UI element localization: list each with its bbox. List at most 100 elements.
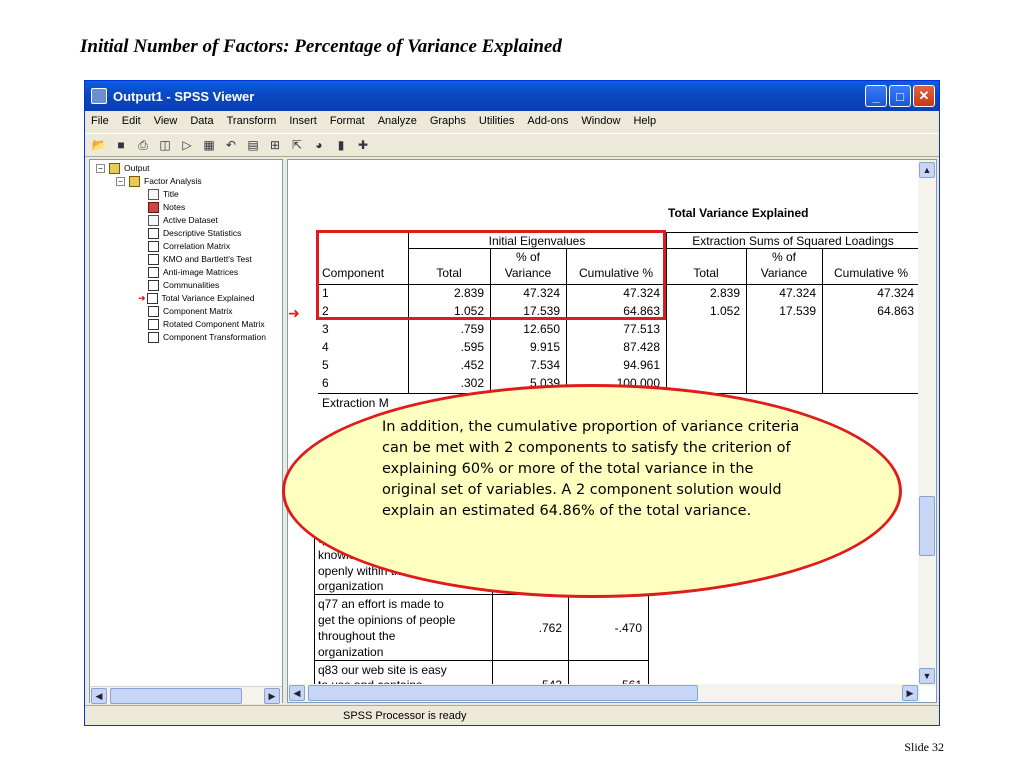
tree-output[interactable]: − Output <box>96 162 150 176</box>
header-ext-pct-l2: Variance <box>760 266 808 280</box>
title-icon <box>148 189 159 201</box>
component-cell: 5 <box>322 358 329 372</box>
variables-icon[interactable]: ⊞ <box>267 137 283 153</box>
toolbar: 📂 ■ ⎙ ◫ ▷ ▦ ↶ ▤ ⊞ ⇱ ◕ ▮ ✚ <box>85 133 939 157</box>
tree-label: Communalities <box>163 280 220 290</box>
scroll-right-icon[interactable]: ▶ <box>264 688 280 704</box>
tree-label: Rotated Component Matrix <box>163 319 265 329</box>
scroll-right-icon[interactable]: ▶ <box>902 685 918 701</box>
collapse-icon[interactable]: − <box>116 177 125 187</box>
tree-item-notes[interactable]: Notes <box>148 201 185 215</box>
menu-edit[interactable]: Edit <box>122 115 141 127</box>
matrix-col-divider <box>314 520 315 686</box>
menu-view[interactable]: View <box>154 115 178 127</box>
table-icon <box>148 306 159 318</box>
tree-item-component-matrix[interactable]: Component Matrix <box>148 305 232 319</box>
minimize-button[interactable]: _ <box>865 85 887 107</box>
tree-item-active-dataset[interactable]: Active Dataset <box>148 214 218 228</box>
total-cell: .759 <box>460 322 484 336</box>
tree-label: Component Transformation <box>163 332 266 342</box>
q77-value-2: -.470 <box>614 621 642 635</box>
highlight-box <box>316 230 666 320</box>
scroll-left-icon[interactable]: ◀ <box>289 685 305 701</box>
close-button[interactable]: ✕ <box>913 85 935 107</box>
pct-variance-cell: 9.915 <box>529 340 560 354</box>
menu-file[interactable]: File <box>91 115 109 127</box>
ext-pct-variance-cell: 47.324 <box>779 286 816 300</box>
print-icon[interactable]: ⎙ <box>135 137 151 153</box>
tree-item-descriptive[interactable]: Descriptive Statistics <box>148 227 241 241</box>
tree-item-transformation[interactable]: Component Transformation <box>148 331 266 345</box>
menu-utilities[interactable]: Utilities <box>479 115 514 127</box>
tree-label: Output <box>124 163 150 173</box>
menu-insert[interactable]: Insert <box>289 115 317 127</box>
title-bar[interactable]: Output1 - SPSS Viewer _ □ ✕ <box>85 81 939 111</box>
goto-data-icon[interactable]: ▤ <box>245 137 261 153</box>
scroll-left-icon[interactable]: ◀ <box>91 688 107 704</box>
content-vertical-scrollbar[interactable]: ▲ ▼ <box>918 160 936 686</box>
component-cell: 6 <box>322 376 329 390</box>
print-preview-icon[interactable]: ◫ <box>157 137 173 153</box>
table-icon <box>148 228 159 240</box>
tree-label: Notes <box>163 202 186 212</box>
save-icon[interactable]: ■ <box>113 137 129 153</box>
tree-factor-analysis[interactable]: − Factor Analysis <box>116 175 202 189</box>
cumulative-cell: 77.513 <box>623 322 660 336</box>
export-icon[interactable]: ▷ <box>179 137 195 153</box>
slide-number: Slide 32 <box>904 740 944 754</box>
menu-format[interactable]: Format <box>330 115 365 127</box>
collapse-icon[interactable]: − <box>96 164 105 174</box>
menu-addons[interactable]: Add-ons <box>527 115 568 127</box>
menu-analyze[interactable]: Analyze <box>378 115 417 127</box>
tree-label: Descriptive Statistics <box>163 228 242 238</box>
selected-arrow-icon: ➜ <box>138 293 146 303</box>
menu-data[interactable]: Data <box>190 115 213 127</box>
menu-transform[interactable]: Transform <box>227 115 277 127</box>
select-icon[interactable]: ⇱ <box>289 137 305 153</box>
table-icon <box>148 254 159 266</box>
cumulative-cell: 94.961 <box>623 358 660 372</box>
menu-help[interactable]: Help <box>633 115 656 127</box>
outline-horizontal-scrollbar[interactable]: ◀ ▶ <box>90 686 282 704</box>
matrix-row-border <box>314 660 648 661</box>
scroll-thumb[interactable] <box>110 688 242 704</box>
outline-pane[interactable]: − Output − Factor Analysis Title Notes A… <box>89 159 283 704</box>
content-horizontal-scrollbar[interactable]: ◀ ▶ <box>288 684 920 702</box>
menu-graphs[interactable]: Graphs <box>430 115 466 127</box>
tree-item-kmo[interactable]: KMO and Bartlett's Test <box>148 253 252 267</box>
ext-total-cell: 2.839 <box>709 286 740 300</box>
add-icon[interactable]: ✚ <box>355 137 371 153</box>
header-extraction: Extraction Sums of Squared Loadings <box>692 234 894 248</box>
q77-label-l2: get the opinions of people <box>318 613 456 627</box>
scroll-thumb[interactable] <box>919 496 935 556</box>
spss-app-icon <box>91 88 107 104</box>
q77-value-1: .762 <box>538 621 562 635</box>
tree-label: Factor Analysis <box>144 176 202 186</box>
dialog-recall-icon[interactable]: ▦ <box>201 137 217 153</box>
ext-pct-variance-cell: 17.539 <box>779 304 816 318</box>
component-cell: 4 <box>322 340 329 354</box>
pct-variance-cell: 7.534 <box>529 358 560 372</box>
total-cell: .452 <box>460 358 484 372</box>
undo-icon[interactable]: ↶ <box>223 137 239 153</box>
scroll-thumb[interactable] <box>308 685 698 701</box>
menu-window[interactable]: Window <box>581 115 620 127</box>
red-arrow-icon: ➜ <box>288 305 300 321</box>
tree-item-anti-image[interactable]: Anti-image Matrices <box>148 266 238 280</box>
tree-item-total-variance[interactable]: ➜ Total Variance Explained <box>138 292 254 306</box>
table-icon <box>148 241 159 253</box>
show-all-icon[interactable]: ◕ <box>311 137 327 153</box>
maximize-button[interactable]: □ <box>889 85 911 107</box>
tree-item-title[interactable]: Title <box>148 188 179 202</box>
q77-label-l1: q77 an effort is made to <box>318 597 444 611</box>
q76-label-l4: organization <box>318 579 384 593</box>
scroll-up-icon[interactable]: ▲ <box>919 162 935 178</box>
tree-item-rotated-matrix[interactable]: Rotated Component Matrix <box>148 318 265 332</box>
tree-item-communalities[interactable]: Communalities <box>148 279 219 293</box>
tree-item-correlation[interactable]: Correlation Matrix <box>148 240 230 254</box>
menu-bar: File Edit View Data Transform Insert For… <box>85 111 939 131</box>
open-icon[interactable]: 📂 <box>91 137 107 153</box>
header-ext-pct-l1: % of <box>771 250 796 264</box>
chart-icon[interactable]: ▮ <box>333 137 349 153</box>
scroll-down-icon[interactable]: ▼ <box>919 668 935 684</box>
